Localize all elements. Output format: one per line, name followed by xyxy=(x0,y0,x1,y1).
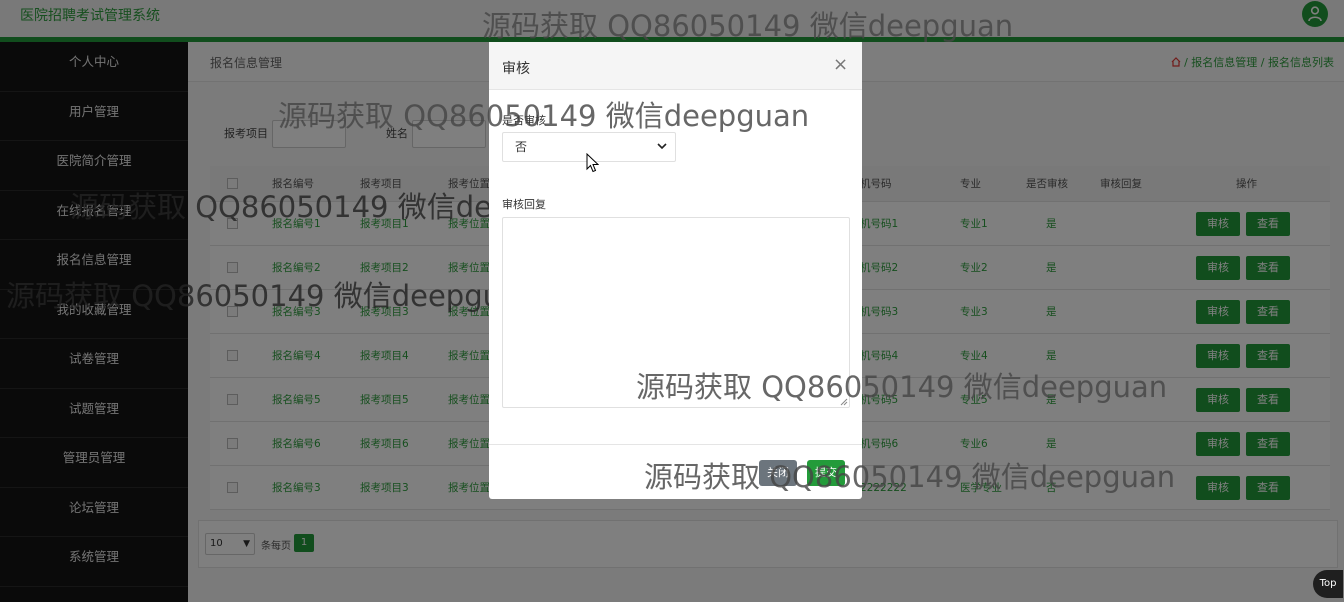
review-dialog: 审核 × 是否审核 否 审核回复 关闭 提交 xyxy=(489,42,862,499)
dialog-footer: 关闭 提交 xyxy=(489,444,862,499)
reply-textarea[interactable] xyxy=(502,217,850,408)
dialog-title: 审核 xyxy=(502,61,530,77)
close-icon[interactable]: × xyxy=(833,54,848,75)
mouse-cursor-icon xyxy=(586,153,599,173)
reply-label: 审核回复 xyxy=(502,198,546,211)
resize-handle-icon[interactable] xyxy=(840,398,848,406)
dialog-header: 审核 × xyxy=(489,42,862,90)
back-to-top-button[interactable]: Top xyxy=(1313,570,1343,598)
audit-label: 是否审核 xyxy=(502,114,546,127)
close-button[interactable]: 关闭 xyxy=(759,460,797,486)
chevron-down-icon xyxy=(657,143,667,150)
submit-button[interactable]: 提交 xyxy=(807,460,845,486)
